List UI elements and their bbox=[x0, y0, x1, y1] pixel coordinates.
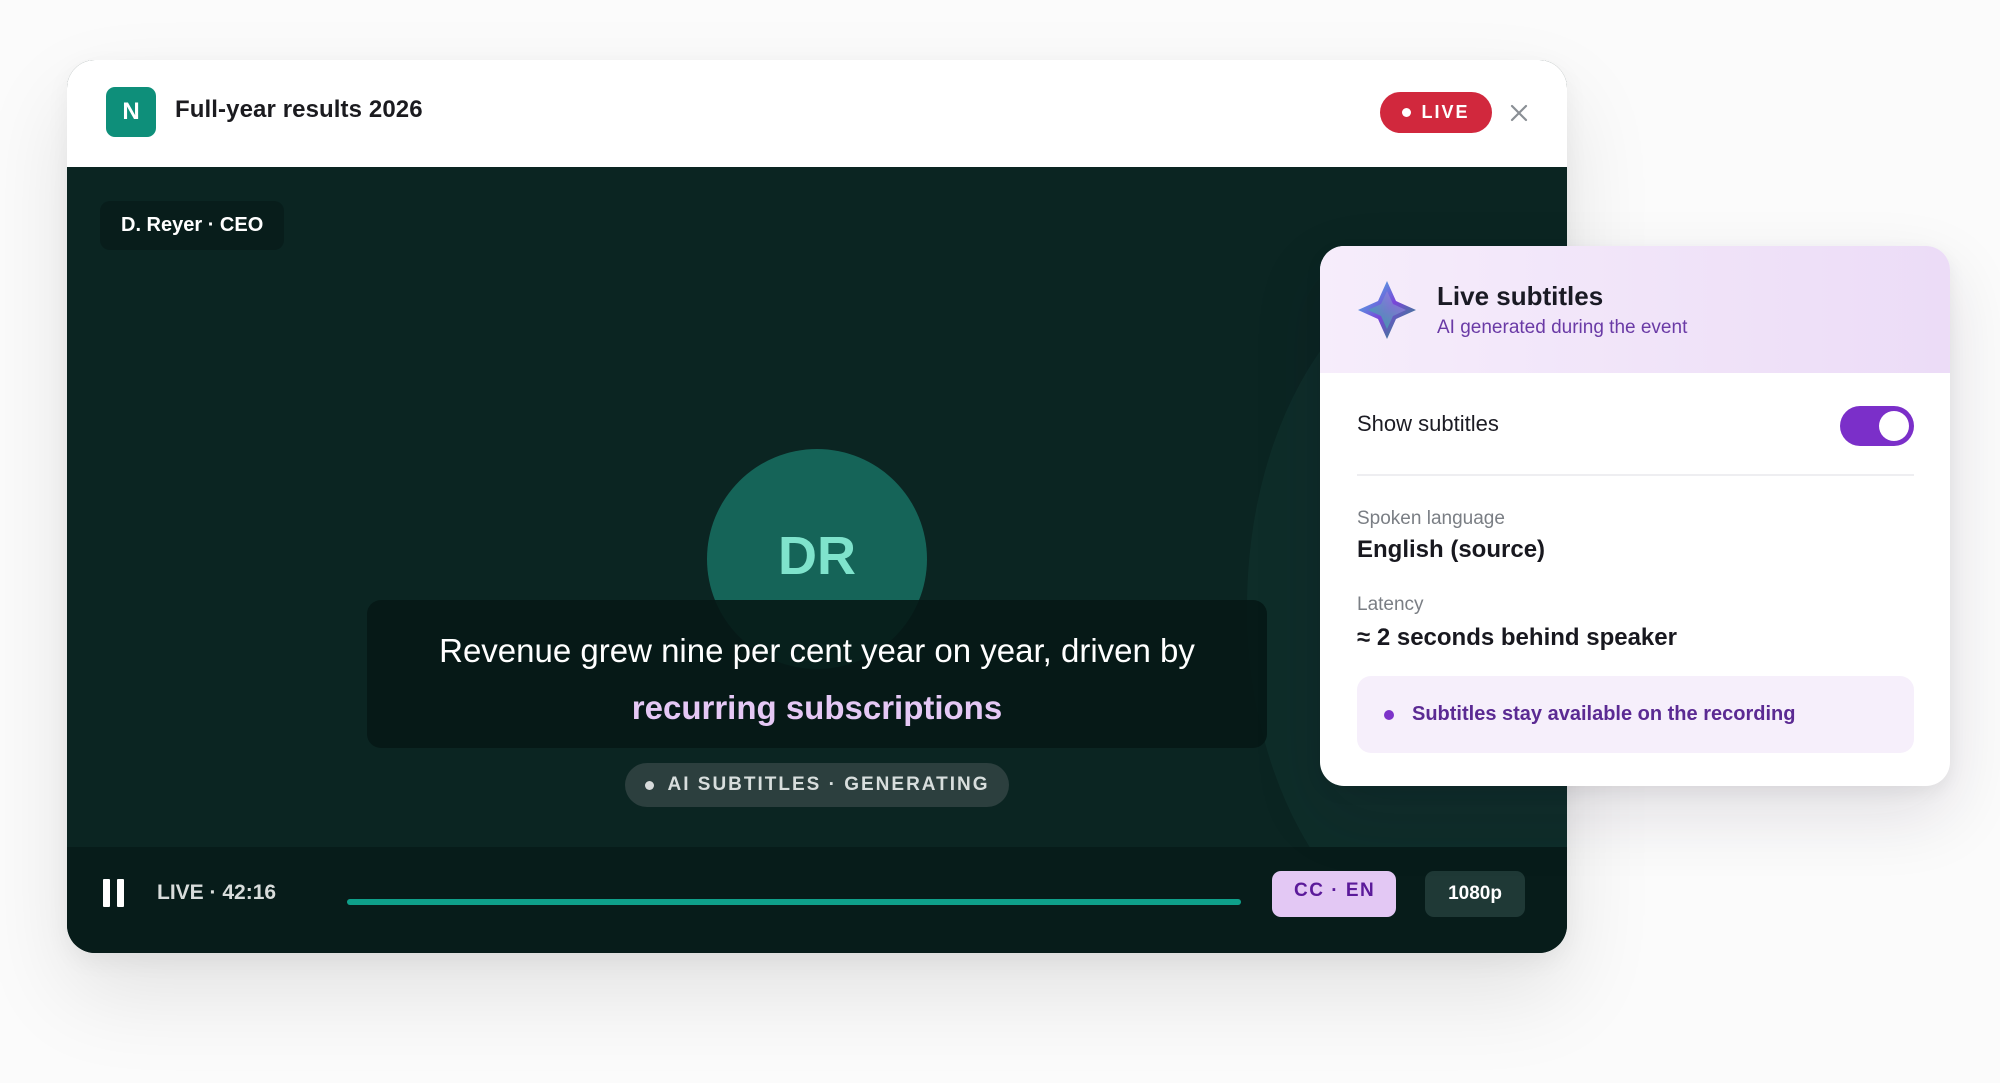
live-dot-icon bbox=[1402, 108, 1412, 117]
event-title: Full-year results 2026 bbox=[175, 96, 423, 123]
player-titlebar: N Full-year results 2026 LIVE bbox=[67, 60, 1567, 167]
toggle-knob bbox=[1879, 411, 1909, 441]
latency-value: ≈ 2 seconds behind speaker bbox=[1357, 624, 1677, 651]
latency-label: Latency bbox=[1357, 594, 1424, 615]
live-subtitles-panel: Live subtitles AI generated during the e… bbox=[1320, 246, 1950, 786]
live-badge-label: LIVE bbox=[1421, 102, 1470, 122]
spoken-language-label: Spoken language bbox=[1357, 508, 1505, 529]
recording-note-text: Subtitles stay available on the recordin… bbox=[1412, 703, 1796, 725]
pause-icon-bar bbox=[117, 879, 124, 907]
pause-button[interactable] bbox=[103, 879, 127, 907]
subtitle-generating-status: AI SUBTITLES · GENERATING bbox=[625, 763, 1009, 807]
progress-bar[interactable] bbox=[347, 899, 1241, 905]
close-button[interactable] bbox=[1502, 96, 1536, 130]
show-subtitles-toggle[interactable] bbox=[1840, 406, 1914, 446]
panel-title: Live subtitles bbox=[1437, 281, 1604, 311]
sparkle-icon bbox=[1358, 281, 1416, 339]
caption-line-2: recurring subscriptions bbox=[631, 689, 1003, 726]
speaker-name-tag: D. Reyer · CEO bbox=[100, 201, 285, 250]
app-logo: N bbox=[106, 87, 156, 137]
closed-captions-button[interactable]: CC · EN bbox=[1272, 871, 1396, 917]
recording-note: Subtitles stay available on the recordin… bbox=[1357, 676, 1914, 753]
player-controls-bar: LIVE · 42:16 CC · EN 1080p bbox=[67, 847, 1567, 953]
live-badge: LIVE bbox=[1380, 92, 1492, 133]
panel-header: Live subtitles AI generated during the e… bbox=[1320, 246, 1950, 373]
live-time-readout: LIVE · 42:16 bbox=[157, 881, 277, 904]
subtitle-generating-label: AI SUBTITLES · GENERATING bbox=[667, 774, 990, 795]
panel-divider bbox=[1357, 474, 1914, 476]
close-icon bbox=[1510, 104, 1528, 122]
live-caption-box: Revenue grew nine per cent year on year,… bbox=[367, 600, 1267, 748]
caption-line-1: Revenue grew nine per cent year on year,… bbox=[439, 632, 1195, 669]
pause-icon bbox=[103, 879, 110, 907]
spoken-language-value: English (source) bbox=[1357, 536, 1546, 563]
note-dot-icon bbox=[1384, 709, 1394, 720]
quality-button[interactable]: 1080p bbox=[1425, 871, 1525, 917]
show-subtitles-label: Show subtitles bbox=[1357, 411, 1499, 436]
panel-subtitle: AI generated during the event bbox=[1437, 317, 1688, 338]
progress-fill bbox=[347, 899, 1241, 905]
status-dot-icon bbox=[644, 780, 654, 790]
